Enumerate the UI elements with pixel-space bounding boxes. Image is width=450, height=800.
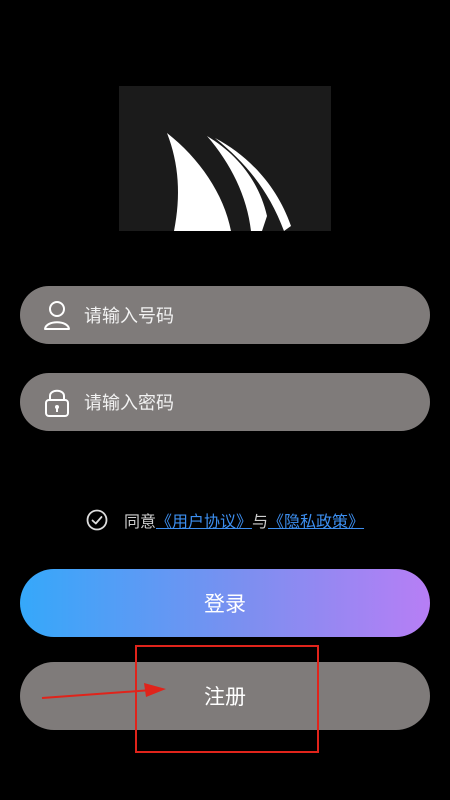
agreement-row: 同意 《用户协议》 与 《隐私政策》 [0, 506, 450, 534]
check-circle-icon[interactable] [86, 509, 108, 531]
agreement-conjunction: 与 [252, 512, 269, 531]
password-input[interactable] [82, 373, 416, 433]
password-field[interactable] [20, 373, 430, 433]
shark-fin-logo-icon [167, 133, 291, 231]
privacy-policy-link[interactable]: 《隐私政策》 [268, 508, 364, 532]
user-icon [44, 301, 70, 330]
agreement-prefix: 同意 [123, 512, 156, 531]
login-button-label: 登录 [204, 592, 246, 616]
app-logo [119, 86, 331, 231]
annotation-arrow-icon [41, 683, 166, 699]
lock-icon [45, 389, 69, 417]
login-button[interactable]: 登录 [20, 569, 430, 637]
phone-field[interactable] [20, 286, 430, 346]
phone-input[interactable] [82, 286, 416, 346]
user-agreement-link[interactable]: 《用户协议》 [156, 508, 252, 532]
